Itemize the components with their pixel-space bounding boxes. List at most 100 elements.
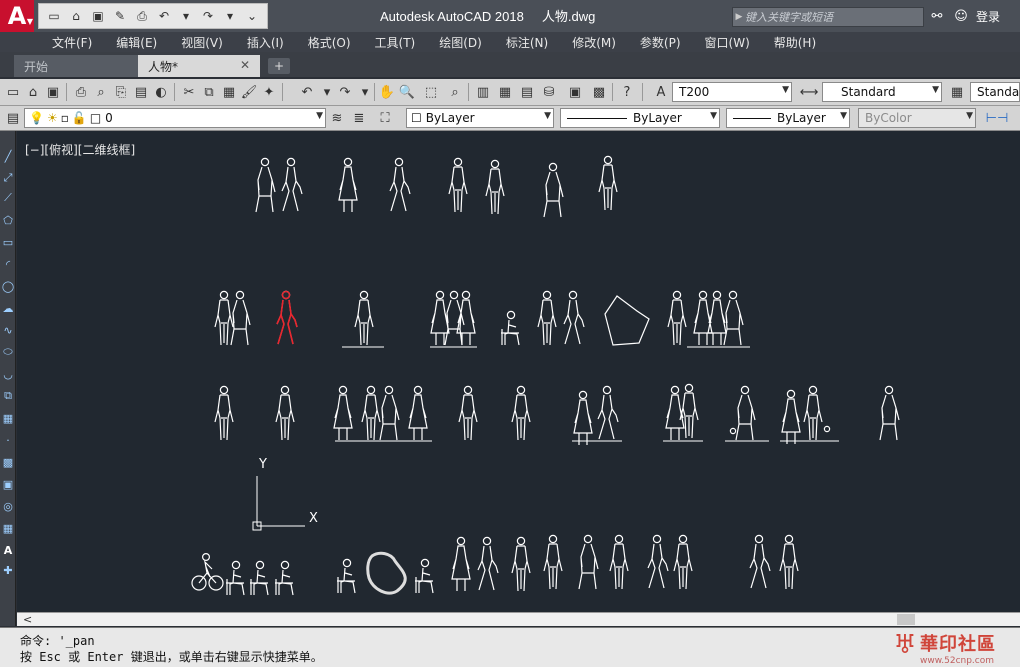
plot-icon[interactable]: ▤ xyxy=(132,83,150,101)
point-tool-icon[interactable]: · xyxy=(1,433,15,447)
polyline-tool-icon[interactable]: ⟋ xyxy=(1,191,15,205)
layer-select[interactable]: 💡 ☀ ▫ 🔓 □ 0 ▼ xyxy=(24,108,326,128)
layer-properties-icon[interactable]: ▤ xyxy=(4,109,22,127)
copy-icon[interactable]: ⧉ xyxy=(200,83,218,101)
color-select[interactable]: ☐ ByLayer ▼ xyxy=(406,108,554,128)
polygon-tool-icon[interactable]: ⬠ xyxy=(1,213,15,227)
search-input[interactable] xyxy=(745,8,921,26)
undo-icon[interactable]: ↶ xyxy=(155,7,173,25)
make-block-icon[interactable]: ▦ xyxy=(1,411,15,425)
gradient-tool-icon[interactable]: ▣ xyxy=(1,477,15,491)
dim-style-select[interactable]: Standard ▼ xyxy=(822,82,942,102)
print-icon[interactable]: ⎙ xyxy=(72,83,90,101)
scroll-thumb[interactable] xyxy=(897,614,915,625)
open-folder-icon[interactable]: ⌂ xyxy=(67,7,85,25)
tool-palettes-icon[interactable]: ▤ xyxy=(518,83,536,101)
ellipse-tool-icon[interactable]: ⬭ xyxy=(1,345,15,359)
pan-icon[interactable]: ✋ xyxy=(378,83,396,101)
help-icon[interactable]: ? xyxy=(618,83,636,101)
login-link[interactable]: 登录 xyxy=(976,8,1000,25)
tab-start[interactable]: 开始 xyxy=(14,55,140,77)
calculator-icon[interactable]: ▩ xyxy=(590,83,608,101)
publish-icon[interactable]: ⎘ xyxy=(112,83,130,101)
menu-view[interactable]: 视图(V) xyxy=(169,34,235,51)
arc-tool-icon[interactable]: ◜ xyxy=(1,257,15,271)
design-center-icon[interactable]: ▦ xyxy=(496,83,514,101)
multiline-text-icon[interactable]: A xyxy=(1,543,15,557)
menu-parameter[interactable]: 参数(P) xyxy=(628,34,693,51)
chevron-down-icon[interactable]: ▾ xyxy=(221,7,239,25)
insert-block-icon[interactable]: ⧉ xyxy=(1,389,15,403)
circle-tool-icon[interactable]: ◯ xyxy=(1,279,15,293)
print-preview-icon[interactable]: ⌕ xyxy=(92,83,110,101)
sheet-set-icon[interactable]: ⛁ xyxy=(540,83,558,101)
hatch-tool-icon[interactable]: ▩ xyxy=(1,455,15,469)
add-selected-icon[interactable]: ✚ xyxy=(1,563,15,577)
rectangle-tool-icon[interactable]: ▭ xyxy=(1,235,15,249)
text-style-select[interactable]: T200 ▼ xyxy=(672,82,792,102)
save-icon[interactable]: ▣ xyxy=(44,83,62,101)
chevron-down-icon[interactable]: ▾ xyxy=(318,83,336,101)
new-tab-button[interactable]: + xyxy=(268,58,290,74)
zoom-previous-icon[interactable]: ⌕ xyxy=(446,83,464,101)
drawing-canvas[interactable]: [−][俯视][二维线框] Y X xyxy=(17,131,1020,612)
menu-insert[interactable]: 插入(I) xyxy=(235,34,296,51)
expand-arrow-icon[interactable]: ▶ xyxy=(733,12,745,22)
render-icon[interactable]: ◐ xyxy=(152,83,170,101)
chevron-left-icon[interactable]: < xyxy=(23,613,32,626)
markup-icon[interactable]: ▣ xyxy=(566,83,584,101)
menu-window[interactable]: 窗口(W) xyxy=(693,34,762,51)
layer-state-icon[interactable]: ⛶ xyxy=(376,109,394,127)
block-editor-icon[interactable]: ✦ xyxy=(260,83,278,101)
print-icon[interactable]: ⎙ xyxy=(133,7,151,25)
menu-tools[interactable]: 工具(T) xyxy=(363,34,428,51)
spline-tool-icon[interactable]: ∿ xyxy=(1,323,15,337)
menu-modify[interactable]: 修改(M) xyxy=(560,34,628,51)
menu-help[interactable]: 帮助(H) xyxy=(762,34,828,51)
chevron-down-icon[interactable]: ▾ xyxy=(177,7,195,25)
open-folder-icon[interactable]: ⌂ xyxy=(24,83,42,101)
line-tool-icon[interactable]: ╱ xyxy=(1,149,15,163)
redo-icon[interactable]: ↷ xyxy=(336,83,354,101)
region-tool-icon[interactable]: ◎ xyxy=(1,499,15,513)
table-style-select[interactable]: Standar xyxy=(970,82,1020,102)
properties-icon[interactable]: ▥ xyxy=(474,83,492,101)
application-menu-button[interactable]: A ▼ xyxy=(0,0,34,32)
menu-format[interactable]: 格式(O) xyxy=(296,34,363,51)
match-properties-icon[interactable]: 🖌 xyxy=(240,83,258,101)
zoom-realtime-icon[interactable]: 🔍 xyxy=(398,83,416,101)
chevron-down-icon[interactable]: ▾ xyxy=(356,83,374,101)
dim-style-icon[interactable]: ⟷ xyxy=(800,83,819,101)
zoom-window-icon[interactable]: ⬚ xyxy=(422,83,440,101)
save-as-icon[interactable]: ✎ xyxy=(111,7,129,25)
layer-previous-icon[interactable]: ≣ xyxy=(350,109,368,127)
tab-drawing[interactable]: 人物* ✕ xyxy=(138,55,260,77)
linear-dimension-icon[interactable]: ⊢⊣ xyxy=(986,109,1009,127)
construction-line-icon[interactable]: ⤢ xyxy=(1,171,15,185)
horizontal-scrollbar[interactable]: < xyxy=(17,612,1020,626)
user-icon[interactable]: ☺ xyxy=(952,7,970,25)
new-file-icon[interactable]: ▭ xyxy=(4,83,22,101)
command-line[interactable]: 命令: '_pan 按 Esc 或 Enter 键退出，或单击右键显示快捷菜单。 xyxy=(0,627,1020,667)
ellipse-arc-icon[interactable]: ◡ xyxy=(1,367,15,381)
menu-draw[interactable]: 绘图(D) xyxy=(427,34,494,51)
close-icon[interactable]: ✕ xyxy=(240,58,250,72)
table-style-icon[interactable]: ▦ xyxy=(948,83,966,101)
menu-edit[interactable]: 编辑(E) xyxy=(104,34,169,51)
text-style-icon[interactable]: A xyxy=(652,83,670,101)
table-tool-icon[interactable]: ▦ xyxy=(1,521,15,535)
new-file-icon[interactable]: ▭ xyxy=(45,7,63,25)
make-current-layer-icon[interactable]: ≋ xyxy=(328,109,346,127)
linetype-select[interactable]: ByLayer ▼ xyxy=(560,108,720,128)
undo-icon[interactable]: ↶ xyxy=(298,83,316,101)
menu-file[interactable]: 文件(F) xyxy=(40,34,104,51)
redo-icon[interactable]: ↷ xyxy=(199,7,217,25)
binoculars-icon[interactable]: ⚯ xyxy=(928,7,946,25)
paste-icon[interactable]: ▦ xyxy=(220,83,238,101)
save-icon[interactable]: ▣ xyxy=(89,7,107,25)
lineweight-select[interactable]: ByLayer ▼ xyxy=(726,108,850,128)
menu-dimension[interactable]: 标注(N) xyxy=(494,34,560,51)
customize-qat-icon[interactable]: ⌄ xyxy=(243,7,261,25)
revision-cloud-icon[interactable]: ☁ xyxy=(1,301,15,315)
cut-icon[interactable]: ✂ xyxy=(180,83,198,101)
